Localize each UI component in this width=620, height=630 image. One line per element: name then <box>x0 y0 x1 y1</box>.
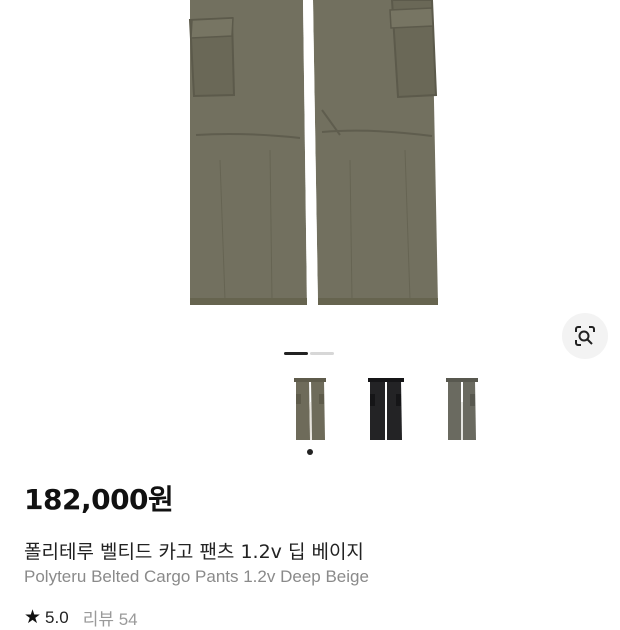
thumbnail-black[interactable] <box>348 372 424 452</box>
indicator-inactive <box>310 352 334 355</box>
rating-value: 5.0 <box>45 607 69 627</box>
product-price: 182,000원 <box>24 483 174 516</box>
indicator-active <box>284 352 308 355</box>
lens-search-button[interactable] <box>562 313 608 359</box>
rating-row[interactable]: ★ 5.0 리뷰 54 <box>24 605 138 630</box>
thumbnail-deep-beige[interactable] <box>272 372 348 452</box>
star-icon: ★ <box>24 607 42 628</box>
cargo-pants-image <box>188 0 438 305</box>
thumbnail-gray-khaki[interactable] <box>424 372 500 452</box>
review-count-link[interactable]: 리뷰 54 <box>83 605 138 630</box>
product-main-image[interactable] <box>0 0 620 340</box>
product-title-korean: 폴리테루 벨티드 카고 팬츠 1.2v 딥 베이지 <box>24 541 364 563</box>
carousel-indicator <box>284 352 334 355</box>
selected-thumbnail-dot <box>307 449 313 455</box>
product-title-english: Polyteru Belted Cargo Pants 1.2v Deep Be… <box>24 567 369 586</box>
lens-search-icon <box>575 326 595 346</box>
